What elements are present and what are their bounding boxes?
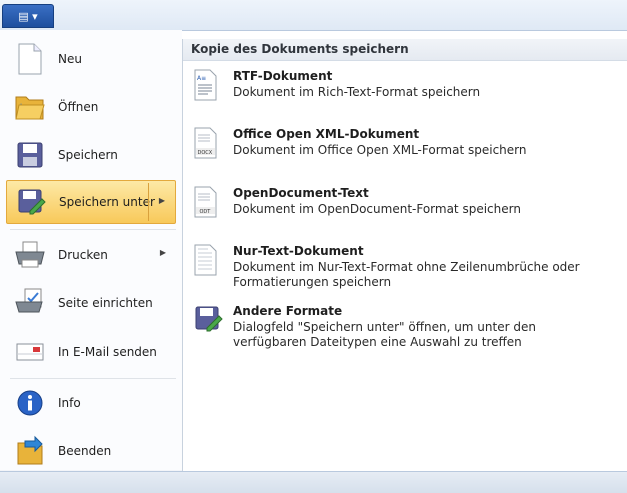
menu-item-info[interactable]: Info bbox=[6, 381, 176, 425]
option-description: Dokument im Rich-Text-Format speichern bbox=[233, 85, 481, 99]
other-formats-icon bbox=[193, 304, 223, 338]
submenu-arrow-icon[interactable]: ▶ bbox=[160, 248, 166, 257]
menu-item-label: Info bbox=[58, 396, 81, 410]
menu-item-print[interactable]: Drucken ▶ bbox=[6, 233, 176, 277]
application-menu: Neu Öffnen Speichern Speichern unter ▶ D… bbox=[0, 30, 182, 470]
menu-item-open[interactable]: Öffnen bbox=[6, 85, 176, 129]
save-as-icon bbox=[11, 184, 51, 220]
menu-item-exit[interactable]: Beenden bbox=[6, 429, 176, 473]
menu-item-label: Öffnen bbox=[58, 100, 99, 114]
option-title: RTF-Dokument bbox=[233, 69, 333, 83]
option-title: Office Open XML-Dokument bbox=[233, 127, 420, 141]
svg-text:ODT: ODT bbox=[200, 209, 212, 215]
new-document-icon bbox=[10, 41, 50, 77]
option-odt-document[interactable]: ODT OpenDocument-Text Dokument im OpenDo… bbox=[193, 186, 613, 240]
odt-document-icon: ODT bbox=[193, 186, 223, 220]
menu-item-page-setup[interactable]: Seite einrichten bbox=[6, 281, 176, 325]
submenu-header: Kopie des Dokuments speichern bbox=[183, 39, 627, 61]
open-folder-icon bbox=[10, 89, 50, 125]
email-icon bbox=[10, 334, 50, 370]
option-text-document[interactable]: Nur-Text-Dokument Dokument im Nur-Text-F… bbox=[193, 244, 613, 298]
menu-item-label: In E-Mail senden bbox=[58, 345, 157, 359]
option-rtf-document[interactable]: A≡ RTF-Dokument Dokument im Rich-Text-Fo… bbox=[193, 69, 613, 123]
option-other-formats[interactable]: Andere Formate Dialogfeld "Speichern unt… bbox=[193, 304, 613, 358]
application-menu-button[interactable]: ▤ ▾ bbox=[2, 4, 54, 28]
svg-text:DOCX: DOCX bbox=[198, 150, 213, 156]
menu-item-label: Speichern unter bbox=[59, 195, 155, 209]
exit-icon bbox=[10, 433, 50, 469]
menu-item-new[interactable]: Neu bbox=[6, 37, 176, 81]
menu-item-save[interactable]: Speichern bbox=[6, 133, 176, 177]
option-title: Nur-Text-Dokument bbox=[233, 244, 364, 258]
rtf-document-icon: A≡ bbox=[193, 69, 223, 103]
svg-text:A≡: A≡ bbox=[197, 75, 206, 82]
option-description: Dokument im Nur-Text-Format ohne Zeilenu… bbox=[233, 260, 580, 289]
menu-item-label: Beenden bbox=[58, 444, 112, 458]
title-bar: ▤ ▾ bbox=[0, 0, 627, 30]
submenu-arrow-icon[interactable]: ▶ bbox=[159, 196, 165, 205]
menu-item-send-email[interactable]: In E-Mail senden bbox=[6, 330, 176, 374]
printer-icon bbox=[10, 237, 50, 273]
option-description: Dialogfeld "Speichern unter" öffnen, um … bbox=[233, 320, 536, 349]
option-docx-document[interactable]: DOCX Office Open XML-Dokument Dokument i… bbox=[193, 127, 613, 181]
menu-divider bbox=[10, 229, 176, 230]
menu-item-label: Drucken bbox=[58, 248, 108, 262]
split-divider bbox=[148, 183, 149, 221]
menu-item-label: Neu bbox=[58, 52, 82, 66]
option-title: Andere Formate bbox=[233, 304, 343, 318]
option-description: Dokument im Office Open XML-Format speic… bbox=[233, 143, 527, 157]
page-setup-icon bbox=[10, 285, 50, 321]
menu-item-save-as[interactable]: Speichern unter ▶ bbox=[6, 180, 176, 224]
save-disk-icon bbox=[10, 137, 50, 173]
option-title: OpenDocument-Text bbox=[233, 186, 369, 200]
option-description: Dokument im OpenDocument-Format speicher… bbox=[233, 202, 521, 216]
status-bar bbox=[0, 471, 627, 493]
docx-document-icon: DOCX bbox=[193, 127, 223, 161]
menu-item-label: Seite einrichten bbox=[58, 296, 153, 310]
menu-divider bbox=[10, 378, 176, 379]
save-copy-submenu: Kopie des Dokuments speichern A≡ RTF-Dok… bbox=[182, 39, 627, 471]
menu-item-label: Speichern bbox=[58, 148, 118, 162]
text-document-icon bbox=[193, 244, 223, 278]
info-icon bbox=[10, 385, 50, 421]
